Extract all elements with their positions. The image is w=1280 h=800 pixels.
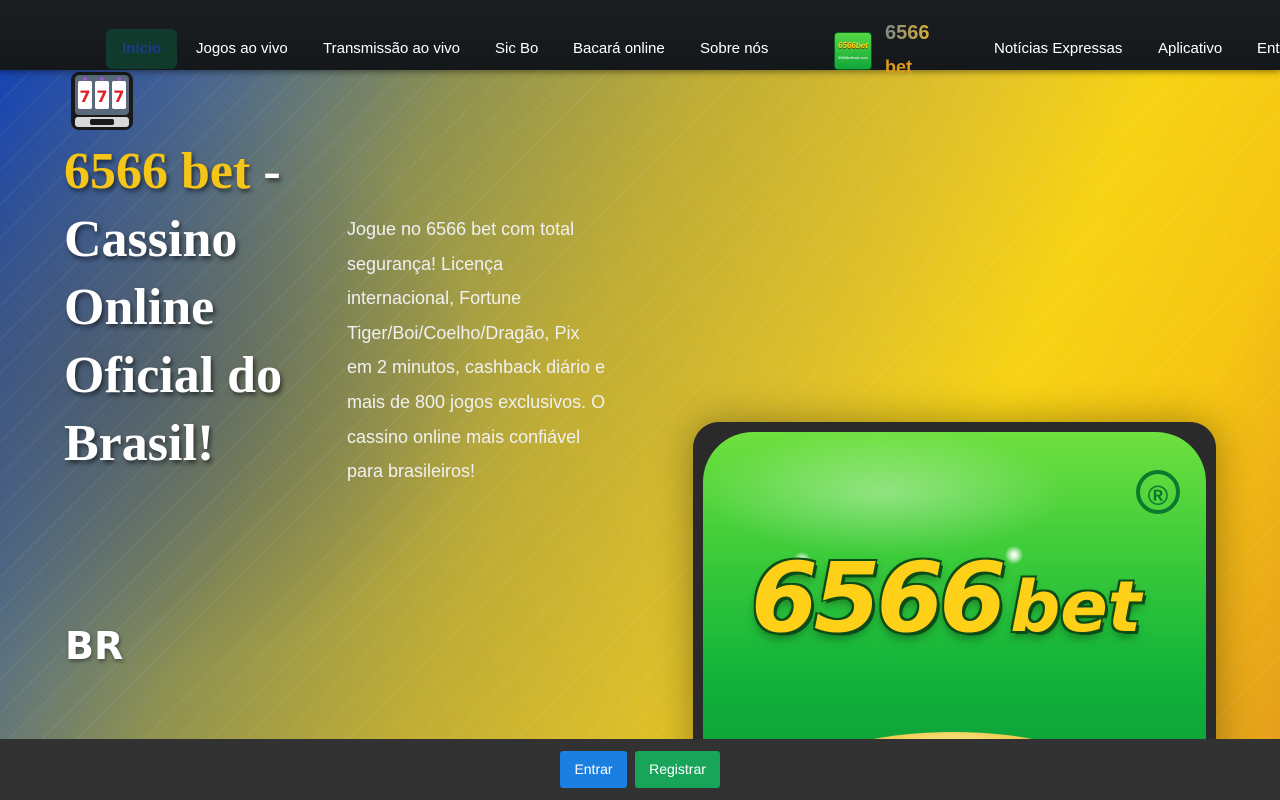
page-title-brand: 6566 bet — [64, 143, 251, 200]
registered-mark: ® — [1136, 470, 1180, 514]
nav-item-inicio[interactable]: Início — [106, 29, 178, 69]
logo-mini-sub: 6566bethub.com — [838, 55, 868, 60]
nav-item-entrar[interactable]: Entrar — [1257, 29, 1280, 69]
nav-item-sic-bo[interactable]: Sic Bo — [495, 29, 538, 69]
bottom-action-bar: Entrar Registrar — [0, 739, 1280, 800]
brand-name-number[interactable]: 6566 — [885, 20, 930, 46]
nav-item-bacara-online[interactable]: Bacará online — [573, 29, 665, 69]
brand-name-bet[interactable]: bet — [885, 54, 912, 80]
app-logo-number: 6566 — [751, 542, 1006, 654]
app-icon-tile: ® 6566 bet — [703, 432, 1206, 772]
slot-machine-icon: 7 7 7 — [71, 72, 133, 130]
top-navbar: Início Jogos ao vivo Transmissão ao vivo… — [0, 0, 1280, 70]
nav-item-sobre-nos[interactable]: Sobre nós — [700, 29, 768, 69]
nav-item-aplicativo[interactable]: Aplicativo — [1158, 29, 1222, 69]
svg-text:7: 7 — [79, 87, 90, 106]
country-badge: BR — [65, 624, 124, 668]
logo-mini-text: 6566bet — [838, 41, 868, 50]
app-icon-image: ® 6566 bet — [693, 422, 1216, 782]
login-button[interactable]: Entrar — [560, 751, 627, 788]
page-title: 6566 bet - Cassino Online Oficial do Bra… — [64, 138, 304, 478]
svg-text:7: 7 — [96, 87, 107, 106]
app-logo-bet: bet — [1010, 566, 1142, 648]
svg-text:7: 7 — [113, 87, 124, 106]
nav-item-jogos-ao-vivo[interactable]: Jogos ao vivo — [196, 29, 288, 69]
nav-item-transmissao-ao-vivo[interactable]: Transmissão ao vivo — [323, 29, 460, 69]
hero-description: Jogue no 6566 bet com total segurança! L… — [347, 219, 606, 482]
nav-item-noticias-expressas[interactable]: Notícias Expressas — [994, 29, 1122, 69]
app-logo-text: 6566 bet — [751, 542, 1141, 654]
register-button[interactable]: Registrar — [635, 751, 720, 788]
6566bet-logo-icon[interactable]: 6566bet 6566bethub.com — [834, 32, 872, 70]
